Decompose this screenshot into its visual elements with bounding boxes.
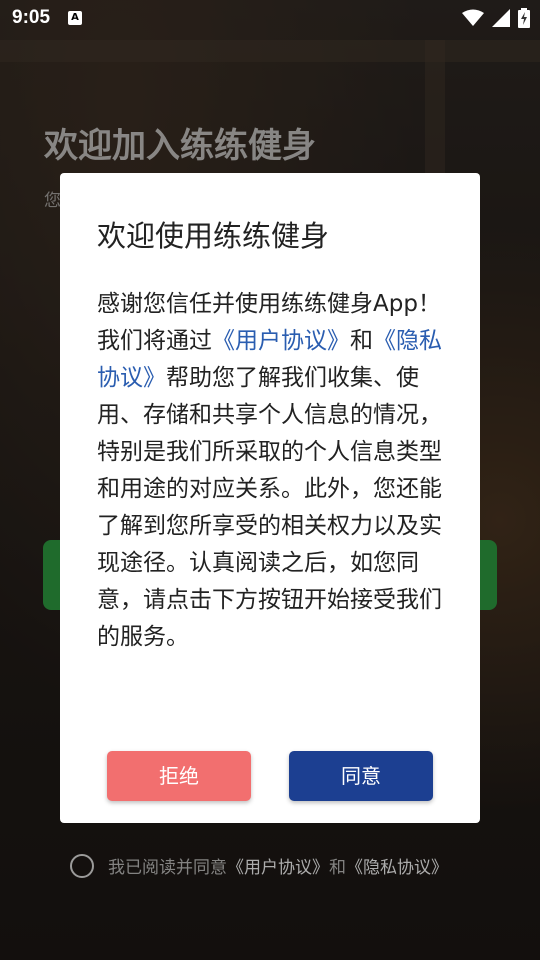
agree-user-link[interactable]: 《用户协议》 [227, 853, 329, 878]
status-time: 9:05 [12, 7, 51, 28]
notification-icon: A [68, 11, 83, 25]
battery-icon [518, 8, 530, 28]
user-agreement-link[interactable]: 《用户协议》 [212, 328, 350, 354]
status-bar: 9:05 A [0, 0, 540, 36]
dialog-body-and: 和 [350, 328, 373, 354]
dialog-title: 欢迎使用练练健身 [97, 219, 330, 253]
wifi-icon [462, 9, 484, 26]
agree-privacy-link[interactable]: 《隐私协议》 [346, 853, 448, 878]
agreement-row[interactable]: 我已阅读并同意 《用户协议》和《隐私协议》 [70, 853, 448, 878]
page-subtitle: 您 [44, 191, 61, 211]
agree-prefix: 我已阅读并同意 [108, 858, 227, 878]
page-title: 欢迎加入练练健身 [44, 126, 316, 166]
reject-button[interactable]: 拒绝 [107, 751, 251, 801]
dialog-body-text-2: 帮助您了解我们收集、使用、存储和共享个人信息的情况，特别是我们所采取的个人信息类… [97, 365, 442, 650]
agree-and: 和 [329, 858, 346, 878]
privacy-dialog: 欢迎使用练练健身 感谢您信任并使用练练健身App！我们将通过《用户协议》和《隐私… [60, 173, 480, 823]
dialog-body: 感谢您信任并使用练练健身App！我们将通过《用户协议》和《隐私协议》帮助您了解我… [97, 286, 443, 656]
status-icons [462, 8, 530, 28]
agree-button[interactable]: 同意 [289, 751, 433, 801]
signal-icon [492, 9, 510, 27]
agree-radio[interactable] [70, 853, 94, 878]
